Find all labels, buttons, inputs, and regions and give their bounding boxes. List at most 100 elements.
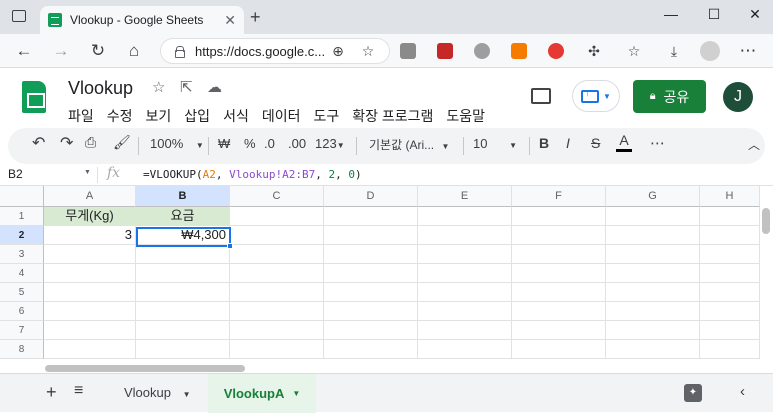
grid-cell[interactable] bbox=[44, 245, 136, 264]
adblock-icon[interactable] bbox=[474, 43, 490, 59]
menu-data[interactable]: 데이터 bbox=[262, 106, 301, 126]
comment-history-icon[interactable] bbox=[531, 88, 551, 104]
all-sheets-button[interactable]: ≡ bbox=[74, 382, 83, 400]
select-all-corner[interactable] bbox=[0, 186, 44, 207]
tab-close-icon[interactable]: ✕ bbox=[224, 12, 236, 29]
horizontal-scrollbar[interactable] bbox=[45, 365, 245, 372]
grid-cell[interactable] bbox=[606, 340, 700, 359]
grid-cell[interactable] bbox=[700, 245, 760, 264]
grid-cell[interactable] bbox=[418, 264, 512, 283]
text-color-button[interactable]: A bbox=[616, 132, 632, 152]
name-box[interactable]: B2 bbox=[8, 167, 23, 181]
row-header-4[interactable]: 4 bbox=[0, 264, 44, 283]
vertical-scrollbar[interactable] bbox=[762, 208, 770, 234]
cell-b1[interactable]: 요금 bbox=[136, 207, 230, 226]
grid-cell[interactable] bbox=[418, 283, 512, 302]
print-icon[interactable]: ⎙ bbox=[85, 134, 96, 151]
grid-cell[interactable] bbox=[230, 207, 324, 226]
grid-cell[interactable] bbox=[418, 245, 512, 264]
grid-cell[interactable] bbox=[230, 302, 324, 321]
document-title[interactable]: Vlookup bbox=[68, 78, 133, 99]
grid-cell[interactable] bbox=[324, 321, 418, 340]
grid-cell[interactable] bbox=[324, 302, 418, 321]
grid-cell[interactable] bbox=[606, 226, 700, 245]
new-tab-button[interactable]: + bbox=[250, 7, 261, 28]
browser-menu-icon[interactable]: ⋯ bbox=[738, 41, 758, 61]
grid-cell[interactable] bbox=[418, 302, 512, 321]
address-bar[interactable]: https://docs.google.c... bbox=[160, 38, 390, 64]
grid-cell[interactable] bbox=[44, 264, 136, 283]
menu-edit[interactable]: 수정 bbox=[107, 106, 133, 126]
grid-cell[interactable] bbox=[512, 245, 606, 264]
grid-cell[interactable] bbox=[44, 340, 136, 359]
sheet-tab-vlookup[interactable]: Vlookup ▼ bbox=[124, 385, 191, 400]
favorites-bar-icon[interactable]: ☆ bbox=[624, 41, 644, 61]
paint-format-icon[interactable]: 🖌︎ bbox=[113, 134, 131, 151]
menu-extensions[interactable]: 확장 프로그램 bbox=[352, 106, 433, 126]
grid-cell[interactable] bbox=[324, 264, 418, 283]
grid-cell[interactable] bbox=[606, 245, 700, 264]
home-icon[interactable]: ⌂ bbox=[124, 41, 144, 61]
grid-cell[interactable] bbox=[512, 321, 606, 340]
grid-cell[interactable] bbox=[700, 226, 760, 245]
row-header-7[interactable]: 7 bbox=[0, 321, 44, 340]
collapse-menu-icon[interactable]: ︿ bbox=[748, 136, 760, 153]
grid-cell[interactable] bbox=[606, 283, 700, 302]
menu-tools[interactable]: 도구 bbox=[313, 106, 339, 126]
share-button[interactable]: 🔒︎ 공유 bbox=[633, 80, 706, 113]
grid-cell[interactable] bbox=[324, 245, 418, 264]
account-avatar[interactable]: J bbox=[723, 82, 753, 112]
downloads-icon[interactable]: ⤓ bbox=[664, 41, 684, 61]
font-size-select[interactable]: 10 ▼ bbox=[473, 136, 517, 151]
column-header-f[interactable]: F bbox=[512, 186, 606, 207]
grid-cell[interactable] bbox=[324, 340, 418, 359]
grid-cell[interactable] bbox=[136, 283, 230, 302]
currency-format-button[interactable]: ₩ bbox=[218, 136, 230, 151]
grid-cell[interactable] bbox=[512, 264, 606, 283]
font-select[interactable]: 기본값 (Ari... ▼ bbox=[369, 136, 449, 153]
name-box-chevron-icon[interactable]: ▼ bbox=[84, 169, 91, 176]
sheet-tab-vlookupa[interactable]: VlookupA ▼ bbox=[208, 374, 316, 413]
increase-decimal-button[interactable]: .00 bbox=[288, 136, 306, 151]
row-header-8[interactable]: 8 bbox=[0, 340, 44, 359]
zoom-select[interactable]: 100% ▼ bbox=[150, 136, 204, 151]
back-arrow-icon[interactable]: ← bbox=[14, 41, 34, 61]
grid-cell[interactable] bbox=[512, 226, 606, 245]
row-header-3[interactable]: 3 bbox=[0, 245, 44, 264]
tab-actions-icon[interactable] bbox=[12, 10, 26, 22]
collapse-sidebar-icon[interactable]: ‹ bbox=[740, 383, 745, 400]
grid-cell[interactable] bbox=[418, 340, 512, 359]
window-close-button[interactable]: ✕ bbox=[745, 6, 765, 23]
grid-cell[interactable] bbox=[700, 207, 760, 226]
grid-cell[interactable] bbox=[606, 302, 700, 321]
italic-button[interactable]: I bbox=[566, 135, 570, 151]
strikethrough-button[interactable]: S bbox=[591, 135, 600, 151]
grid-cell[interactable] bbox=[136, 245, 230, 264]
fill-handle[interactable] bbox=[227, 243, 233, 249]
column-header-e[interactable]: E bbox=[418, 186, 512, 207]
menu-insert[interactable]: 삽입 bbox=[184, 106, 210, 126]
extensions-puzzle-icon[interactable]: ✣ bbox=[584, 41, 604, 61]
browser-tab[interactable]: Vlookup - Google Sheets ✕ bbox=[40, 6, 244, 34]
grid-cell[interactable] bbox=[700, 302, 760, 321]
row-header-5[interactable]: 5 bbox=[0, 283, 44, 302]
grid-cell[interactable] bbox=[136, 340, 230, 359]
grid-cell[interactable] bbox=[418, 321, 512, 340]
move-folder-icon[interactable]: ⇱ bbox=[180, 78, 193, 96]
grid-cell[interactable] bbox=[418, 226, 512, 245]
zoom-icon[interactable]: ⊕ bbox=[328, 41, 348, 61]
grid-cell[interactable] bbox=[44, 283, 136, 302]
extension-2-icon[interactable] bbox=[437, 43, 453, 59]
grid-cell[interactable] bbox=[700, 321, 760, 340]
extension-1-icon[interactable] bbox=[400, 43, 416, 59]
sheets-logo-icon[interactable] bbox=[22, 81, 46, 113]
menu-help[interactable]: 도움말 bbox=[446, 106, 485, 126]
add-sheet-button[interactable]: + bbox=[46, 382, 57, 403]
grid-cell[interactable] bbox=[230, 264, 324, 283]
cloud-status-icon[interactable]: ☁ bbox=[207, 78, 222, 96]
grid-cell[interactable] bbox=[512, 283, 606, 302]
grid-cell[interactable] bbox=[512, 207, 606, 226]
forward-arrow-icon[interactable]: → bbox=[51, 41, 71, 61]
grid-cell[interactable] bbox=[44, 321, 136, 340]
column-header-b[interactable]: B bbox=[136, 186, 230, 207]
